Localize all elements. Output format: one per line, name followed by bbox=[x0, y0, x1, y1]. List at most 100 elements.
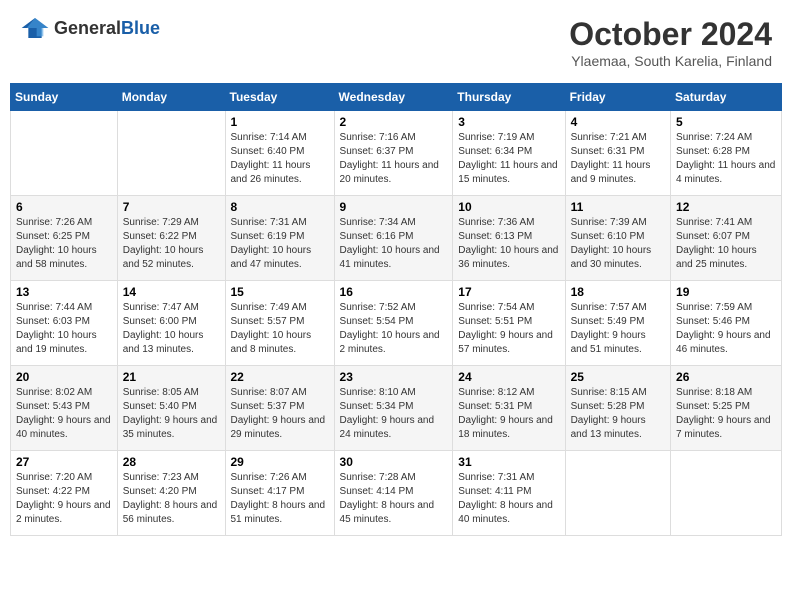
day-number: 23 bbox=[340, 370, 448, 384]
week-row-3: 13 Sunrise: 7:44 AMSunset: 6:03 PMDayligh… bbox=[11, 281, 782, 366]
weekday-header-monday: Monday bbox=[117, 84, 225, 111]
day-number: 13 bbox=[16, 285, 112, 299]
day-detail: Sunrise: 7:47 AMSunset: 6:00 PMDaylight:… bbox=[123, 301, 220, 357]
logo: GeneralBlue bbox=[20, 16, 160, 40]
day-detail: Sunrise: 7:31 AMSunset: 4:11 PMDaylight:… bbox=[458, 471, 559, 527]
week-row-4: 20Sunrise: 8:02 AMSunset: 5:43 PMDayligh… bbox=[11, 366, 782, 451]
month-title: October 2024 bbox=[569, 16, 772, 53]
day-number: 9 bbox=[340, 200, 448, 214]
day-number: 29 bbox=[231, 455, 329, 469]
calendar-cell: 22 Sunrise: 8:07 AMSunset: 5:37 PMDayligh… bbox=[225, 366, 334, 451]
day-number: 6 bbox=[16, 200, 112, 214]
calendar-cell: 17Sunrise: 7:54 AMSunset: 5:51 PMDayligh… bbox=[453, 281, 565, 366]
day-number: 2 bbox=[340, 115, 448, 129]
calendar-cell: 18 Sunrise: 7:57 AMSunset: 5:49 PMDayligh… bbox=[565, 281, 670, 366]
day-detail: Sunrise: 7:49 AMSunset: 5:57 PMDaylight:… bbox=[231, 301, 329, 357]
calendar-cell: 27Sunrise: 7:20 AMSunset: 4:22 PMDayligh… bbox=[11, 451, 118, 536]
calendar-cell: 21 Sunrise: 8:05 AMSunset: 5:40 PMDayligh… bbox=[117, 366, 225, 451]
weekday-header-friday: Friday bbox=[565, 84, 670, 111]
calendar-cell: 7Sunrise: 7:29 AMSunset: 6:22 PMDaylight… bbox=[117, 196, 225, 281]
day-number: 8 bbox=[231, 200, 329, 214]
calendar-cell bbox=[565, 451, 670, 536]
day-number: 15 bbox=[231, 285, 329, 299]
day-number: 5 bbox=[676, 115, 776, 129]
week-row-2: 6 Sunrise: 7:26 AMSunset: 6:25 PMDaylight… bbox=[11, 196, 782, 281]
calendar-cell: 19 Sunrise: 7:59 AMSunset: 5:46 PMDayligh… bbox=[671, 281, 782, 366]
day-number: 28 bbox=[123, 455, 220, 469]
day-detail: Sunrise: 8:07 AMSunset: 5:37 PMDaylight:… bbox=[231, 386, 329, 442]
calendar-cell: 1 Sunrise: 7:14 AMSunset: 6:40 PMDaylight… bbox=[225, 111, 334, 196]
day-detail: Sunrise: 7:34 AMSunset: 6:16 PMDaylight:… bbox=[340, 216, 448, 272]
day-number: 26 bbox=[676, 370, 776, 384]
day-detail: Sunrise: 8:05 AMSunset: 5:40 PMDaylight:… bbox=[123, 386, 220, 442]
calendar-cell: 25Sunrise: 8:15 AMSunset: 5:28 PMDayligh… bbox=[565, 366, 670, 451]
logo-text: GeneralBlue bbox=[54, 18, 160, 39]
day-number: 17 bbox=[458, 285, 559, 299]
day-number: 4 bbox=[571, 115, 665, 129]
calendar-cell: 3Sunrise: 7:19 AMSunset: 6:34 PMDaylight… bbox=[453, 111, 565, 196]
day-detail: Sunrise: 7:36 AMSunset: 6:13 PMDaylight:… bbox=[458, 216, 559, 272]
day-number: 22 bbox=[231, 370, 329, 384]
weekday-header-wednesday: Wednesday bbox=[334, 84, 453, 111]
calendar-cell: 30 Sunrise: 7:28 AMSunset: 4:14 PMDayligh… bbox=[334, 451, 453, 536]
weekday-row: SundayMondayTuesdayWednesdayThursdayFrid… bbox=[11, 84, 782, 111]
day-number: 20 bbox=[16, 370, 112, 384]
day-number: 18 bbox=[571, 285, 665, 299]
calendar-cell: 9 Sunrise: 7:34 AMSunset: 6:16 PMDaylight… bbox=[334, 196, 453, 281]
location-title: Ylaemaa, South Karelia, Finland bbox=[569, 53, 772, 69]
weekday-header-thursday: Thursday bbox=[453, 84, 565, 111]
day-detail: Sunrise: 7:41 AMSunset: 6:07 PMDaylight:… bbox=[676, 216, 776, 272]
day-number: 21 bbox=[123, 370, 220, 384]
day-number: 14 bbox=[123, 285, 220, 299]
calendar-cell: 11 Sunrise: 7:39 AMSunset: 6:10 PMDayligh… bbox=[565, 196, 670, 281]
calendar-body: 1 Sunrise: 7:14 AMSunset: 6:40 PMDaylight… bbox=[11, 111, 782, 536]
calendar-cell: 13 Sunrise: 7:44 AMSunset: 6:03 PMDayligh… bbox=[11, 281, 118, 366]
day-detail: Sunrise: 7:44 AMSunset: 6:03 PMDaylight:… bbox=[16, 301, 112, 357]
day-number: 19 bbox=[676, 285, 776, 299]
day-number: 12 bbox=[676, 200, 776, 214]
day-detail: Sunrise: 8:10 AMSunset: 5:34 PMDaylight:… bbox=[340, 386, 448, 442]
calendar-cell: 4Sunrise: 7:21 AMSunset: 6:31 PMDaylight… bbox=[565, 111, 670, 196]
calendar-cell: 20Sunrise: 8:02 AMSunset: 5:43 PMDayligh… bbox=[11, 366, 118, 451]
title-block: October 2024 Ylaemaa, South Karelia, Fin… bbox=[569, 16, 772, 69]
day-detail: Sunrise: 7:29 AMSunset: 6:22 PMDaylight:… bbox=[123, 216, 220, 272]
calendar-table: SundayMondayTuesdayWednesdayThursdayFrid… bbox=[10, 83, 782, 536]
logo-blue: Blue bbox=[121, 18, 160, 38]
day-detail: Sunrise: 7:57 AMSunset: 5:49 PMDaylight:… bbox=[571, 301, 665, 357]
day-number: 1 bbox=[231, 115, 329, 129]
day-detail: Sunrise: 7:28 AMSunset: 4:14 PMDaylight:… bbox=[340, 471, 448, 527]
day-detail: Sunrise: 8:18 AMSunset: 5:25 PMDaylight:… bbox=[676, 386, 776, 442]
calendar-cell: 26 Sunrise: 8:18 AMSunset: 5:25 PMDayligh… bbox=[671, 366, 782, 451]
day-detail: Sunrise: 7:39 AMSunset: 6:10 PMDaylight:… bbox=[571, 216, 665, 272]
calendar-cell bbox=[117, 111, 225, 196]
day-detail: Sunrise: 8:15 AMSunset: 5:28 PMDaylight:… bbox=[571, 386, 665, 442]
calendar-cell bbox=[671, 451, 782, 536]
week-row-1: 1 Sunrise: 7:14 AMSunset: 6:40 PMDaylight… bbox=[11, 111, 782, 196]
day-detail: Sunrise: 7:26 AMSunset: 6:25 PMDaylight:… bbox=[16, 216, 112, 272]
day-number: 11 bbox=[571, 200, 665, 214]
day-detail: Sunrise: 7:16 AMSunset: 6:37 PMDaylight:… bbox=[340, 131, 448, 187]
logo-general: General bbox=[54, 18, 121, 38]
day-number: 10 bbox=[458, 200, 559, 214]
weekday-header-tuesday: Tuesday bbox=[225, 84, 334, 111]
page-header: GeneralBlue October 2024 Ylaemaa, South … bbox=[10, 10, 782, 75]
day-detail: Sunrise: 7:23 AMSunset: 4:20 PMDaylight:… bbox=[123, 471, 220, 527]
day-number: 27 bbox=[16, 455, 112, 469]
day-detail: Sunrise: 7:24 AMSunset: 6:28 PMDaylight:… bbox=[676, 131, 776, 187]
calendar-cell: 31 Sunrise: 7:31 AMSunset: 4:11 PMDayligh… bbox=[453, 451, 565, 536]
day-detail: Sunrise: 7:14 AMSunset: 6:40 PMDaylight:… bbox=[231, 131, 329, 187]
calendar-header: SundayMondayTuesdayWednesdayThursdayFrid… bbox=[11, 84, 782, 111]
calendar-cell: 15 Sunrise: 7:49 AMSunset: 5:57 PMDayligh… bbox=[225, 281, 334, 366]
day-detail: Sunrise: 7:52 AMSunset: 5:54 PMDaylight:… bbox=[340, 301, 448, 357]
day-number: 16 bbox=[340, 285, 448, 299]
calendar-cell: 14 Sunrise: 7:47 AMSunset: 6:00 PMDayligh… bbox=[117, 281, 225, 366]
calendar-cell: 8Sunrise: 7:31 AMSunset: 6:19 PMDaylight… bbox=[225, 196, 334, 281]
day-number: 31 bbox=[458, 455, 559, 469]
calendar-cell: 10 Sunrise: 7:36 AMSunset: 6:13 PMDayligh… bbox=[453, 196, 565, 281]
calendar-cell bbox=[11, 111, 118, 196]
day-number: 24 bbox=[458, 370, 559, 384]
calendar-cell: 24Sunrise: 8:12 AMSunset: 5:31 PMDayligh… bbox=[453, 366, 565, 451]
day-detail: Sunrise: 7:59 AMSunset: 5:46 PMDaylight:… bbox=[676, 301, 776, 357]
calendar-cell: 5 Sunrise: 7:24 AMSunset: 6:28 PMDaylight… bbox=[671, 111, 782, 196]
day-number: 30 bbox=[340, 455, 448, 469]
